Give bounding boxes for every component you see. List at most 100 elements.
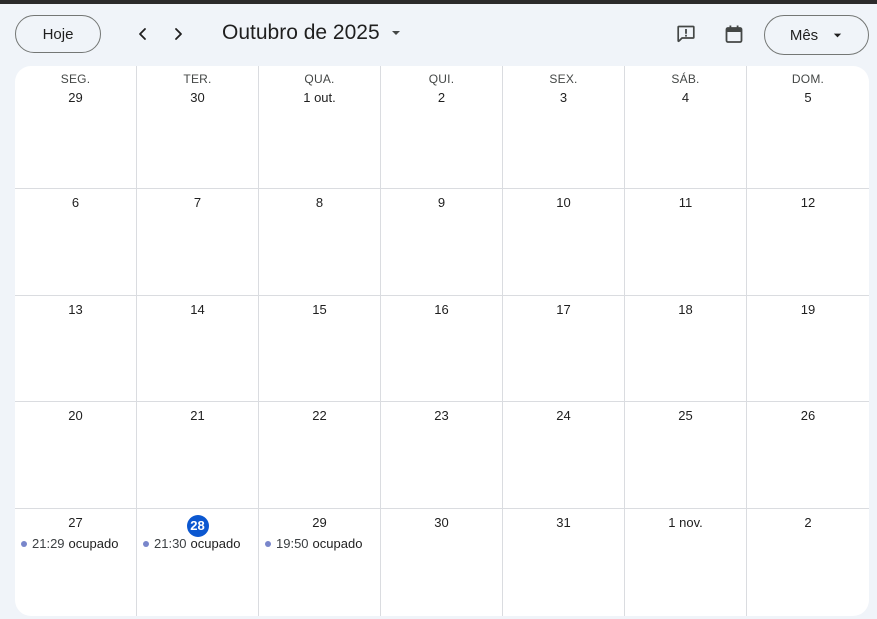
chevron-left-icon bbox=[135, 26, 151, 42]
day-cell[interactable]: 26 bbox=[747, 402, 869, 509]
day-cell[interactable]: 20 bbox=[15, 402, 137, 509]
day-number[interactable]: 22 bbox=[259, 408, 380, 428]
caret-down-icon bbox=[832, 30, 843, 41]
day-cell[interactable]: 31 bbox=[503, 509, 625, 616]
day-cell[interactable]: 29 19:50 ocupado bbox=[259, 509, 381, 616]
feedback-button[interactable] bbox=[670, 18, 702, 50]
day-cell[interactable]: 17 bbox=[503, 296, 625, 402]
today-date-badge[interactable]: 28 bbox=[186, 515, 209, 537]
weekday-label: TER. bbox=[183, 72, 212, 86]
day-number[interactable]: 16 bbox=[381, 302, 502, 322]
weekday-label: SEX. bbox=[549, 72, 578, 86]
day-number[interactable]: 9 bbox=[381, 195, 502, 215]
day-number[interactable]: 12 bbox=[747, 195, 869, 215]
day-cell[interactable]: 9 bbox=[381, 189, 503, 296]
day-number[interactable]: 25 bbox=[625, 408, 746, 428]
day-number[interactable]: 15 bbox=[259, 302, 380, 322]
day-number[interactable]: 8 bbox=[259, 195, 380, 215]
day-cell[interactable]: QUI. 2 bbox=[381, 66, 503, 189]
day-cell[interactable]: 14 bbox=[137, 296, 259, 402]
today-date-container[interactable]: 28 bbox=[137, 515, 258, 537]
day-cell[interactable]: 8 bbox=[259, 189, 381, 296]
day-number[interactable]: 29 bbox=[15, 90, 136, 110]
chevron-right-icon bbox=[170, 26, 186, 42]
day-number[interactable]: 21 bbox=[137, 408, 258, 428]
day-cell[interactable]: 23 bbox=[381, 402, 503, 509]
event-title: ocupado bbox=[68, 536, 119, 551]
day-number[interactable]: 26 bbox=[747, 408, 869, 428]
event-time: 21:30 bbox=[154, 536, 187, 551]
day-number[interactable]: 30 bbox=[137, 90, 258, 110]
day-number[interactable]: 31 bbox=[503, 515, 624, 535]
day-cell[interactable]: 12 bbox=[747, 189, 869, 296]
day-cell[interactable]: 11 bbox=[625, 189, 747, 296]
weekday-label: SÁB. bbox=[671, 72, 700, 86]
previous-month-button[interactable] bbox=[127, 18, 159, 50]
event-color-dot bbox=[21, 540, 27, 547]
day-number[interactable]: 5 bbox=[747, 90, 869, 110]
day-cell[interactable]: SEX. 3 bbox=[503, 66, 625, 189]
day-cell[interactable]: 13 bbox=[15, 296, 137, 402]
day-cell[interactable]: SEG. 29 bbox=[15, 66, 137, 189]
day-number[interactable]: 14 bbox=[137, 302, 258, 322]
event-chip[interactable]: 21:30 ocupado bbox=[143, 536, 258, 551]
event-color-dot bbox=[265, 540, 271, 547]
day-cell[interactable]: 10 bbox=[503, 189, 625, 296]
day-cell[interactable]: DOM. 5 bbox=[747, 66, 869, 189]
day-cell[interactable]: 22 bbox=[259, 402, 381, 509]
day-cell[interactable]: 25 bbox=[625, 402, 747, 509]
day-cell[interactable]: 30 bbox=[381, 509, 503, 616]
day-cell[interactable]: 2 bbox=[747, 509, 869, 616]
month-picker[interactable]: Outubro de 2025 bbox=[222, 21, 402, 45]
day-number[interactable]: 6 bbox=[15, 195, 136, 215]
day-number[interactable]: 17 bbox=[503, 302, 624, 322]
today-button[interactable]: Hoje bbox=[15, 15, 101, 53]
day-cell[interactable]: 6 bbox=[15, 189, 137, 296]
day-number[interactable]: 18 bbox=[625, 302, 746, 322]
day-cell[interactable]: TER. 30 bbox=[137, 66, 259, 189]
day-number[interactable]: 10 bbox=[503, 195, 624, 215]
day-number[interactable]: 3 bbox=[503, 90, 624, 110]
day-number[interactable]: 30 bbox=[381, 515, 502, 535]
day-cell[interactable]: 21 bbox=[137, 402, 259, 509]
month-grid: SEG. 29 TER. 30 QUA. 1 out. QUI. 2 SEX. 3 SÁB. 4 DOM… bbox=[15, 66, 869, 616]
go-to-date-button[interactable] bbox=[718, 18, 750, 50]
day-cell[interactable]: 19 bbox=[747, 296, 869, 402]
day-number[interactable]: 11 bbox=[625, 195, 746, 215]
day-cell[interactable]: SÁB. 4 bbox=[625, 66, 747, 189]
day-number[interactable]: 2 bbox=[381, 90, 502, 110]
day-number[interactable]: 23 bbox=[381, 408, 502, 428]
caret-down-icon bbox=[390, 27, 402, 39]
day-cell[interactable]: 27 21:29 ocupado bbox=[15, 509, 137, 616]
day-number[interactable]: 19 bbox=[747, 302, 869, 322]
day-cell[interactable]: 28 21:30 ocupado bbox=[137, 509, 259, 616]
event-chip[interactable]: 21:29 ocupado bbox=[21, 536, 136, 551]
day-number[interactable]: 4 bbox=[625, 90, 746, 110]
month-grid-container: SEG. 29 TER. 30 QUA. 1 out. QUI. 2 SEX. 3 SÁB. 4 DOM… bbox=[15, 66, 869, 616]
day-cell[interactable]: 18 bbox=[625, 296, 747, 402]
day-number[interactable]: 2 bbox=[747, 515, 869, 535]
day-number[interactable]: 1 nov. bbox=[625, 515, 746, 535]
day-number[interactable]: 13 bbox=[15, 302, 136, 322]
day-cell[interactable]: 7 bbox=[137, 189, 259, 296]
day-cell[interactable]: 24 bbox=[503, 402, 625, 509]
next-month-button[interactable] bbox=[162, 18, 194, 50]
day-number[interactable]: 24 bbox=[503, 408, 624, 428]
day-number[interactable]: 7 bbox=[137, 195, 258, 215]
event-color-dot bbox=[143, 540, 149, 547]
day-number[interactable]: 29 bbox=[259, 515, 380, 535]
calendar-icon bbox=[724, 24, 744, 44]
month-title: Outubro de 2025 bbox=[222, 21, 380, 44]
event-title: ocupado bbox=[312, 536, 363, 551]
view-selector-button[interactable]: Mês bbox=[764, 15, 869, 55]
day-cell[interactable]: 1 nov. bbox=[625, 509, 747, 616]
day-cell[interactable]: 16 bbox=[381, 296, 503, 402]
day-number[interactable]: 20 bbox=[15, 408, 136, 428]
event-chip[interactable]: 19:50 ocupado bbox=[265, 536, 380, 551]
day-cell[interactable]: 15 bbox=[259, 296, 381, 402]
day-number[interactable]: 27 bbox=[15, 515, 136, 535]
day-cell[interactable]: QUA. 1 out. bbox=[259, 66, 381, 189]
view-selector-label: Mês bbox=[789, 26, 819, 44]
day-number[interactable]: 1 out. bbox=[259, 90, 380, 110]
feedback-icon bbox=[676, 24, 696, 44]
